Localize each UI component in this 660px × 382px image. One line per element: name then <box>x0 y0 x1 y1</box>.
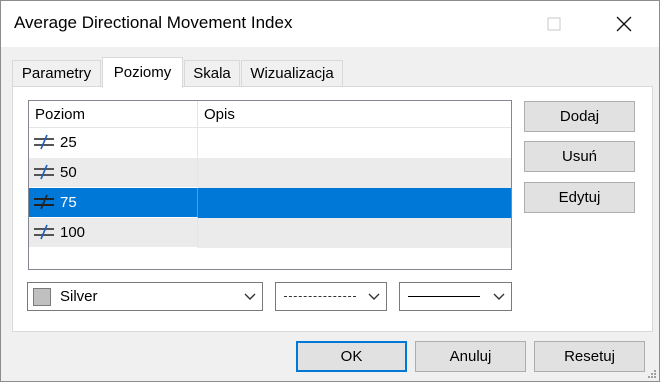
table-row[interactable]: 100 <box>29 218 511 248</box>
maximize-icon <box>547 17 561 31</box>
remove-level-button[interactable]: Usuń <box>524 141 635 172</box>
tab-skala[interactable]: Skala <box>184 60 240 87</box>
description-cell <box>198 128 511 158</box>
ok-button[interactable]: OK <box>296 341 407 372</box>
column-header-level[interactable]: Poziom <box>29 101 198 128</box>
list-header: Poziom Opis <box>29 101 511 128</box>
dotted-line-sample <box>284 296 356 297</box>
table-row-selected[interactable]: 75 <box>29 188 511 218</box>
description-cell <box>198 188 511 218</box>
level-cell: 25 <box>29 128 198 158</box>
level-value: 50 <box>60 164 77 181</box>
tab-strip: Parametry Poziomy Skala Wizualizacja <box>12 57 652 88</box>
chevron-down-icon <box>493 293 505 300</box>
chevron-down-icon <box>368 293 380 300</box>
window-title: Average Directional Movement Index <box>14 13 293 32</box>
chevron-down-icon <box>244 293 256 300</box>
level-value: 25 <box>60 134 77 151</box>
reset-button[interactable]: Resetuj <box>534 341 645 372</box>
levels-list[interactable]: Poziom Opis 25 50 75 100 <box>28 100 512 270</box>
table-row[interactable]: 50 <box>29 158 511 188</box>
level-line-icon <box>34 194 54 210</box>
solid-line-sample <box>408 296 480 297</box>
resize-grip-icon[interactable] <box>647 369 657 379</box>
level-value: 75 <box>60 194 77 211</box>
close-icon <box>616 16 632 32</box>
description-cell <box>198 218 511 248</box>
color-name: Silver <box>60 288 98 305</box>
add-level-button[interactable]: Dodaj <box>524 101 635 132</box>
level-cell: 75 <box>29 188 198 218</box>
color-swatch <box>33 288 51 306</box>
level-cell: 100 <box>29 218 198 248</box>
level-line-icon <box>34 164 54 180</box>
level-value: 100 <box>60 224 86 241</box>
title-bar: Average Directional Movement Index <box>1 1 659 47</box>
description-cell <box>198 158 511 188</box>
close-button[interactable] <box>601 1 647 47</box>
line-width-dropdown[interactable] <box>399 282 512 311</box>
color-dropdown[interactable]: Silver <box>27 282 263 311</box>
edit-level-button[interactable]: Edytuj <box>524 182 635 213</box>
level-line-icon <box>34 134 54 150</box>
tab-wizualizacja[interactable]: Wizualizacja <box>241 60 343 87</box>
maximize-button[interactable] <box>531 1 577 47</box>
cancel-button[interactable]: Anuluj <box>415 341 526 372</box>
column-header-description[interactable]: Opis <box>198 101 511 128</box>
level-cell: 50 <box>29 158 198 188</box>
level-line-icon <box>34 224 54 240</box>
tab-parametry[interactable]: Parametry <box>12 60 101 87</box>
line-style-dropdown[interactable] <box>275 282 387 311</box>
table-row[interactable]: 25 <box>29 128 511 158</box>
tab-poziomy[interactable]: Poziomy <box>102 57 183 88</box>
dialog-window: Average Directional Movement Index Param… <box>0 0 660 382</box>
